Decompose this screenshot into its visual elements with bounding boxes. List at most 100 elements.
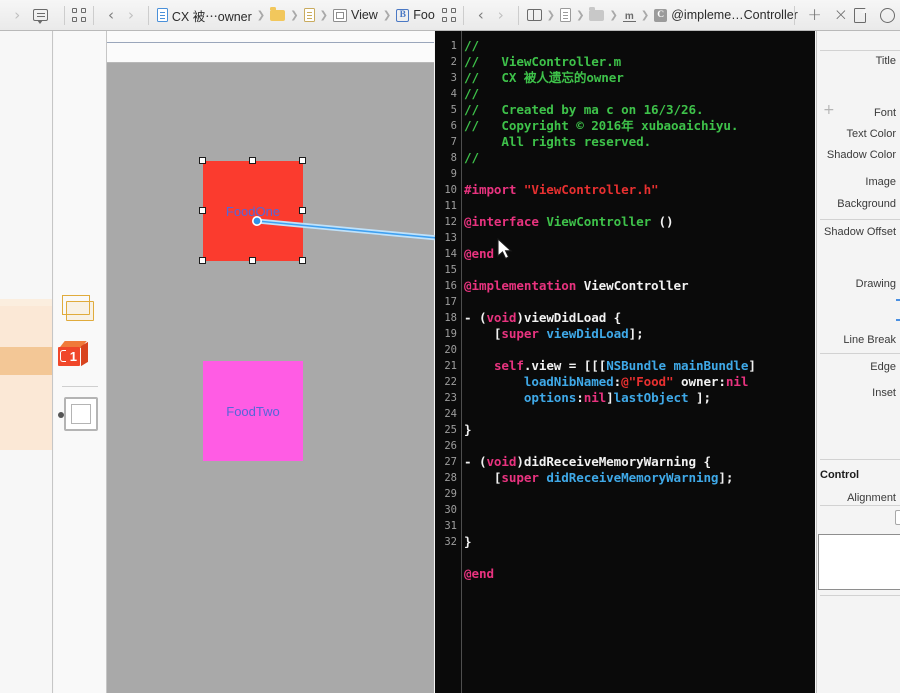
breadcrumb: ❯ ❯ ❯ m ❯ C @impleme…Controller (526, 0, 798, 30)
nav-back-button[interactable]: ‹ (471, 7, 491, 23)
inspector-label-font: Font (873, 107, 896, 119)
interface-builder-canvas-pane: FoodOne FoodTwo (107, 31, 434, 693)
inspector-rule-1 (820, 219, 900, 220)
split-editor-icon (526, 9, 542, 21)
canvas-view-foodone[interactable]: FoodOne (203, 161, 303, 261)
highlight-band-selected (0, 347, 52, 375)
breadcrumb-item-file[interactable] (303, 8, 316, 22)
breadcrumb-sep: ❯ (319, 9, 328, 21)
outline-item-view[interactable] (54, 293, 107, 325)
toolbar-divider-6 (793, 5, 795, 25)
breadcrumb-item-folder[interactable] (269, 7, 286, 21)
code-line: All rights reserved. (464, 134, 652, 149)
document-icon[interactable] (854, 7, 867, 23)
editor-grid-icon[interactable] (441, 8, 456, 22)
code-line: options:nil]lastObject ]; (464, 390, 711, 405)
line-number: 22 (444, 376, 457, 388)
breadcrumb: CX 被⋯owner ❯ ❯ ❯ View ❯ B FoodOne (156, 0, 465, 30)
breadcrumb-item-folder2[interactable] (588, 7, 605, 21)
comment-bubble-icon[interactable] (33, 9, 49, 24)
highlight-band-light-1 (0, 299, 52, 306)
breadcrumb-item-mfile[interactable]: m (622, 9, 637, 22)
assistant-code-editor[interactable]: 1 2 3 4 5 6 7 8 9 10 11 12 13 14 15 16 17 18 19 20 21 22 23 24 2… (435, 31, 815, 693)
toolbar-divider-1 (64, 5, 66, 25)
line-number: 4 (450, 88, 457, 100)
code-line: @end (464, 566, 494, 581)
inspector-label-text-color: Text Color (846, 128, 896, 140)
alignment-field[interactable] (895, 510, 900, 525)
inspector-rule-4 (820, 505, 900, 506)
breadcrumb-sep: ❯ (290, 9, 299, 21)
close-assistant-editor-button[interactable]: × (828, 6, 854, 24)
back-arrow-left-edge[interactable]: › (7, 7, 27, 23)
canvas-view-label: FoodTwo (226, 403, 280, 419)
resize-handle-tc[interactable] (249, 157, 256, 164)
inspector-rule-2 (820, 353, 900, 354)
jump-bar-right: ‹ › ❯ ❯ ❯ m ❯ C @impleme…Controller + × (435, 0, 900, 31)
breadcrumb-item-file2[interactable] (559, 8, 572, 22)
blue-file-icon (156, 8, 168, 22)
code-line: - (void)viewDidLoad { (464, 310, 622, 325)
inspector-label-alignment: Alignment (847, 492, 896, 504)
add-assistant-editor-button[interactable]: + (802, 6, 828, 24)
line-number: 7 (450, 136, 457, 148)
toolbar-divider-2 (93, 5, 94, 25)
interface-builder-canvas[interactable]: FoodOne FoodTwo (107, 63, 434, 693)
resize-handle-ml[interactable] (199, 207, 206, 214)
resize-handle-br[interactable] (299, 257, 306, 264)
line-number: 30 (444, 504, 457, 516)
code-line: @interface ViewController () (464, 214, 674, 229)
resize-handle-bl[interactable] (199, 257, 206, 264)
code-line: } (464, 422, 472, 437)
breadcrumb-item-project[interactable]: CX 被⋯owner (156, 6, 253, 25)
highlight-band-light-2 (0, 306, 52, 347)
jump-bar-left: › ‹ › CX 被⋯owner ❯ ❯ ❯ View ❯ B (0, 0, 465, 31)
button-b-icon: B (396, 8, 410, 22)
tan-file-icon (303, 8, 315, 22)
source-code[interactable]: //// ViewController.m// CX 被人遗忘的owner///… (464, 31, 815, 693)
history-clock-icon[interactable] (880, 7, 896, 23)
inspector-checkbox-accent-1[interactable] (896, 299, 900, 301)
code-line: // ViewController.m (464, 54, 622, 69)
resize-handle-tr[interactable] (299, 157, 306, 164)
line-number: 18 (444, 312, 457, 324)
inspector-preview-box (818, 534, 900, 590)
c-symbol-icon: C (654, 8, 668, 22)
code-line: } (464, 534, 472, 549)
line-number: 8 (450, 152, 457, 164)
breadcrumb-sep: ❯ (256, 9, 266, 21)
nav-forward-button[interactable]: › (121, 7, 141, 23)
nav-back-button[interactable]: ‹ (101, 7, 121, 23)
line-number: 24 (444, 408, 457, 420)
yellow-folder-icon (270, 7, 286, 21)
code-line: [super didReceiveMemoryWarning]; (464, 470, 734, 485)
navigator-strip (0, 31, 53, 693)
breadcrumb-item-assistant[interactable] (526, 9, 543, 21)
resize-handle-bc[interactable] (249, 257, 256, 264)
inspector-rule-3 (820, 459, 900, 460)
code-line: // CX 被人遗忘的owner (464, 70, 624, 85)
editor-grid-icon[interactable] (72, 8, 87, 22)
grey-file-icon (560, 8, 572, 22)
inspector-label-image: Image (865, 176, 896, 188)
inspector-label-drawing: Drawing (855, 278, 896, 290)
nav-forward-button[interactable]: › (491, 7, 511, 23)
breadcrumb-item-implementation[interactable]: C @impleme…Controller (653, 8, 799, 22)
inspector-rule-5 (820, 595, 900, 596)
line-number: 10 (444, 184, 457, 196)
breadcrumb-item-view[interactable]: View (332, 8, 379, 22)
toolbar-divider-5 (517, 5, 519, 25)
line-number: 1 (450, 40, 457, 52)
resize-handle-tl[interactable] (199, 157, 206, 164)
inspector-checkbox-accent-2[interactable] (896, 319, 900, 321)
inspector-label-background: Background (837, 198, 896, 210)
inspector-label-line-break: Line Break (843, 334, 896, 346)
highlight-band-light-3 (0, 375, 52, 450)
canvas-view-foodtwo[interactable]: FoodTwo (203, 361, 303, 461)
resize-handle-mr[interactable] (299, 207, 306, 214)
line-number: 26 (444, 440, 457, 452)
